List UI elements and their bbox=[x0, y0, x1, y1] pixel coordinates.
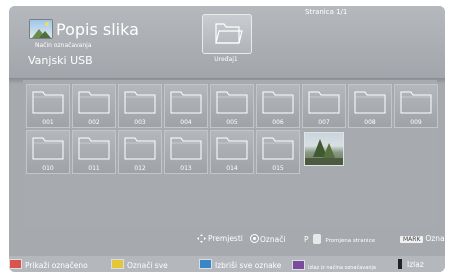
device-button[interactable] bbox=[202, 14, 252, 54]
folder-icon bbox=[124, 91, 156, 114]
header: Popis slika Način označavanja Vanjski US… bbox=[9, 6, 445, 78]
folder-open-icon bbox=[215, 23, 243, 44]
folder-icon bbox=[262, 137, 294, 160]
folder-icon bbox=[170, 91, 202, 114]
folder-label: 010 bbox=[42, 165, 54, 172]
hint-select: Označi bbox=[250, 234, 285, 244]
folder-icon bbox=[78, 91, 110, 114]
folder-tile[interactable]: 007 bbox=[302, 84, 346, 128]
folder-icon bbox=[308, 91, 340, 114]
folder-icon bbox=[78, 137, 110, 160]
folder-label: 009 bbox=[410, 119, 422, 126]
folder-label: 004 bbox=[180, 119, 192, 126]
page-up-down-icon bbox=[312, 234, 321, 244]
folder-icon bbox=[354, 91, 386, 114]
mode-subtitle: Način označavanja bbox=[35, 42, 92, 49]
device-label: Uređaj1 bbox=[214, 56, 238, 63]
folder-label: 008 bbox=[364, 119, 376, 126]
folder-icon bbox=[170, 137, 202, 160]
folder-tile[interactable]: 015 bbox=[256, 130, 300, 174]
folder-label: 005 bbox=[226, 119, 238, 126]
show-marked-button[interactable]: Prikaži označeno bbox=[9, 259, 88, 270]
hint-bar: Premjesti Označi P Promjena stranice MAR… bbox=[9, 232, 445, 246]
folder-label: 006 bbox=[272, 119, 284, 126]
tv-screen: Popis slika Način označavanja Vanjski US… bbox=[9, 6, 445, 272]
folder-label: 012 bbox=[134, 165, 146, 172]
folder-tile[interactable]: 006 bbox=[256, 84, 300, 128]
folder-tile[interactable]: 002 bbox=[72, 84, 116, 128]
folder-tile[interactable]: 003 bbox=[118, 84, 162, 128]
folder-tile[interactable]: 008 bbox=[348, 84, 392, 128]
folder-icon bbox=[216, 91, 248, 114]
folder-tile[interactable]: 004 bbox=[164, 84, 208, 128]
folder-label: 015 bbox=[272, 165, 284, 172]
purple-key-icon bbox=[292, 260, 305, 270]
folder-tile[interactable]: 005 bbox=[210, 84, 254, 128]
folder-tile[interactable]: 001 bbox=[26, 84, 70, 128]
folder-label: 002 bbox=[88, 119, 100, 126]
exit-icon bbox=[398, 259, 402, 269]
folder-label: 014 bbox=[226, 165, 238, 172]
folder-icon bbox=[262, 91, 294, 114]
folder-icon bbox=[32, 137, 64, 160]
exit-button[interactable]: Izlaz bbox=[398, 259, 424, 269]
folder-tile[interactable]: 014 bbox=[210, 130, 254, 174]
page-indicator: Stranica 1/1 bbox=[305, 8, 348, 16]
ok-button-icon bbox=[250, 234, 259, 243]
exit-mark-mode-button[interactable]: Izlaz iz načina označavanja bbox=[292, 260, 376, 271]
yellow-key-icon bbox=[111, 259, 124, 269]
folder-tile[interactable]: 011 bbox=[72, 130, 116, 174]
photo-album-icon bbox=[29, 19, 53, 39]
folder-icon bbox=[124, 137, 156, 160]
file-grid: 001 002 003 004 005 006 007 008 009 010 011 012 013 0… bbox=[23, 80, 438, 226]
folder-tile[interactable]: 013 bbox=[164, 130, 208, 174]
hint-page-change: P Promjena stranice bbox=[304, 234, 375, 244]
folder-tile[interactable]: 012 bbox=[118, 130, 162, 174]
photo-thumbnail[interactable] bbox=[304, 132, 344, 166]
folder-tile[interactable]: 009 bbox=[394, 84, 438, 128]
folder-tile[interactable]: 010 bbox=[26, 130, 70, 174]
move-arrows-icon bbox=[197, 234, 206, 243]
folder-label: 001 bbox=[42, 119, 54, 126]
page-title: Popis slika bbox=[56, 20, 139, 39]
hint-mark: MARKOznači bbox=[400, 234, 445, 243]
folder-icon bbox=[216, 137, 248, 160]
folder-label: 007 bbox=[318, 119, 330, 126]
folder-icon bbox=[400, 91, 432, 114]
clear-all-marks-button[interactable]: Izbriši sve oznake bbox=[199, 259, 281, 270]
folder-label: 013 bbox=[180, 165, 192, 172]
footer-bar: Prikaži označeno Označi sve Izbriši sve … bbox=[9, 256, 445, 272]
red-key-icon bbox=[9, 259, 22, 269]
blue-key-icon bbox=[199, 259, 212, 269]
source-label: Vanjski USB bbox=[28, 54, 93, 67]
folder-label: 003 bbox=[134, 119, 146, 126]
hint-move: Premjesti bbox=[197, 234, 243, 243]
folder-label: 011 bbox=[88, 165, 100, 172]
mark-key-icon: MARK bbox=[400, 236, 424, 243]
mark-all-button[interactable]: Označi sve bbox=[111, 259, 168, 270]
folder-icon bbox=[32, 91, 64, 114]
page-key-label: P bbox=[304, 235, 309, 244]
